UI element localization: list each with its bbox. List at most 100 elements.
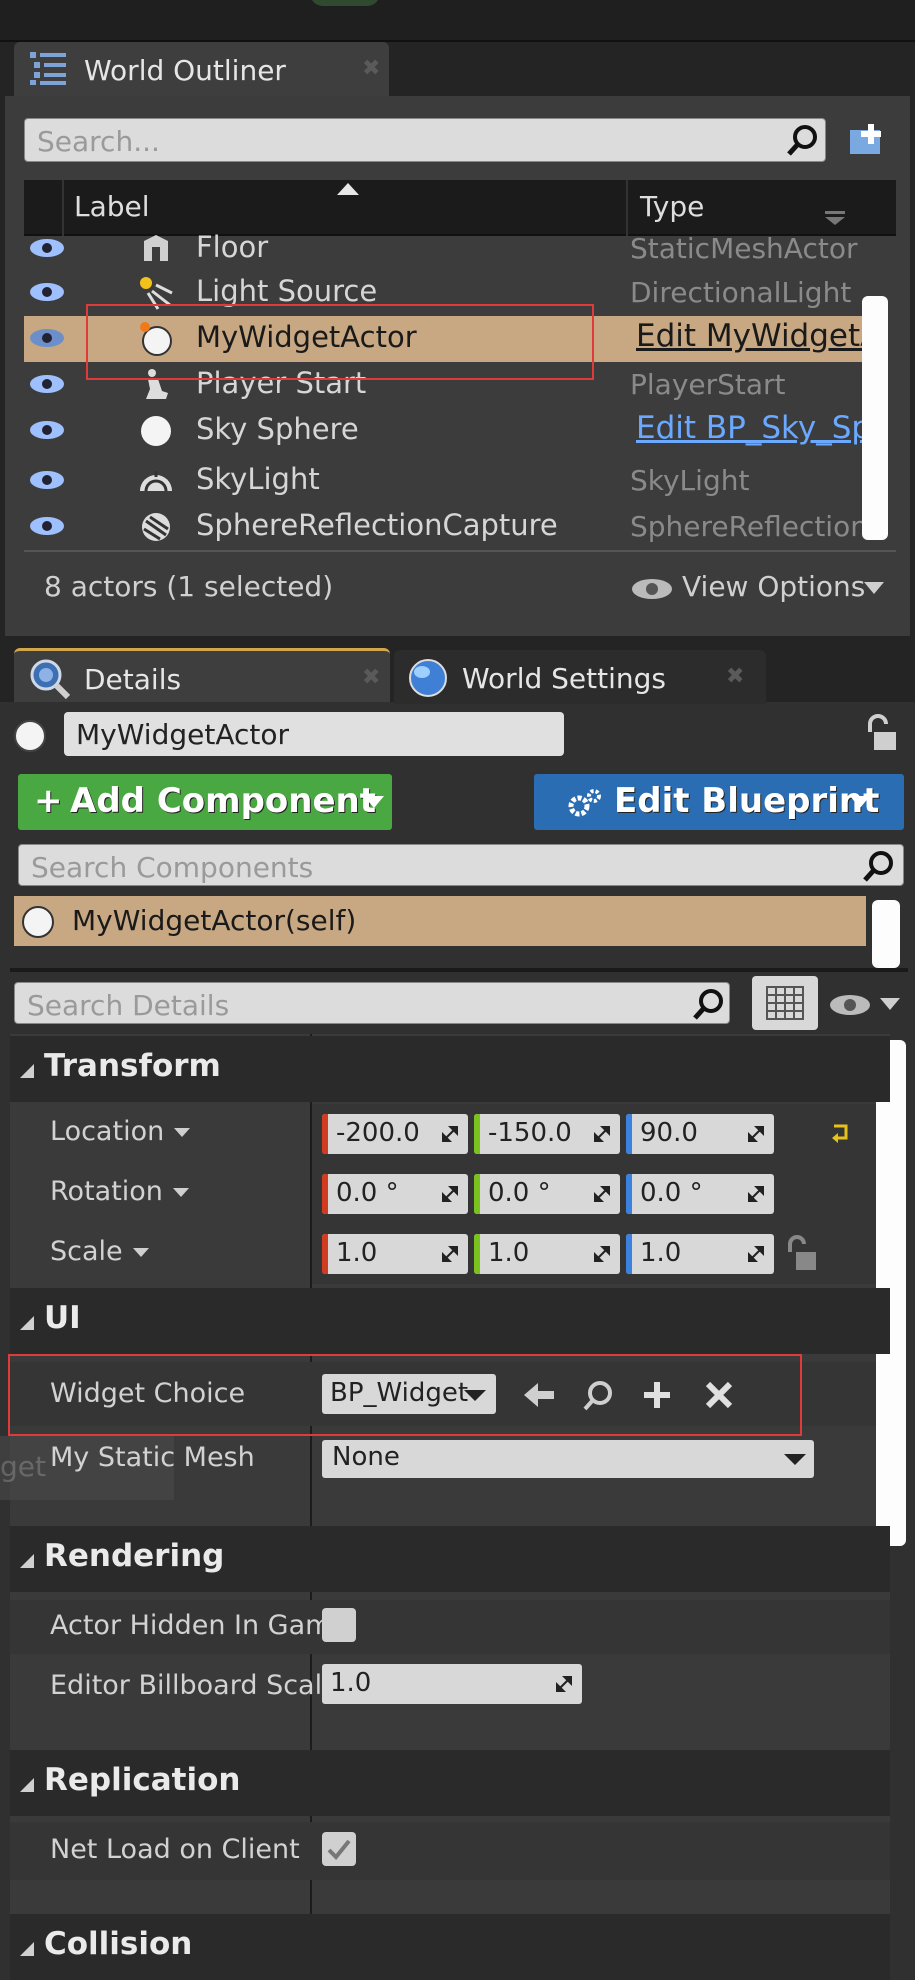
- chevron-down-icon[interactable]: [824, 210, 846, 226]
- checkmark-icon: [327, 1839, 351, 1860]
- actor-sphere-icon: [14, 720, 46, 752]
- section-title: Replication: [44, 1762, 241, 1798]
- lock-icon[interactable]: [862, 714, 898, 754]
- close-icon[interactable]: ✖: [362, 665, 380, 690]
- close-icon[interactable]: ✖: [362, 56, 380, 81]
- actor-hidden-checkbox[interactable]: [322, 1608, 356, 1642]
- outliner-row-skylight[interactable]: SkyLight SkyLight: [24, 458, 864, 504]
- floor-icon: [144, 235, 168, 261]
- section-title: UI: [44, 1300, 81, 1336]
- row-type: StaticMeshActor: [630, 232, 858, 265]
- section-collision[interactable]: Collision: [10, 1914, 890, 1980]
- tab-world-outliner[interactable]: World Outliner ✖: [14, 42, 389, 96]
- scale-label[interactable]: Scale: [50, 1236, 149, 1267]
- rotation-x-field[interactable]: 0.0 °: [322, 1174, 468, 1214]
- sphere-icon: [22, 906, 54, 938]
- spin-arrows-icon: [594, 1246, 610, 1262]
- location-y-field[interactable]: -150.0: [474, 1114, 620, 1154]
- outliner-row-sphere-reflection-capture[interactable]: SphereReflectionCapture SphereReflection…: [24, 504, 880, 550]
- actor-hidden-label: Actor Hidden In Game: [50, 1610, 349, 1641]
- visibility-eye-icon[interactable]: [28, 236, 66, 260]
- spin-arrows-icon: [748, 1246, 764, 1262]
- view-options-button[interactable]: View Options: [630, 570, 890, 610]
- visibility-eye-icon[interactable]: [28, 326, 66, 350]
- location-x-value: -200.0: [336, 1118, 420, 1148]
- section-ui[interactable]: UI: [10, 1288, 890, 1354]
- actor-name-field[interactable]: MyWidgetActor: [64, 712, 564, 756]
- net-load-label: Net Load on Client: [50, 1834, 300, 1865]
- visibility-filter-button[interactable]: [828, 988, 908, 1020]
- spin-arrows-icon: [556, 1676, 572, 1692]
- tab-details[interactable]: Details ✖: [14, 648, 390, 702]
- search-placeholder: Search...: [37, 125, 160, 158]
- static-mesh-value: None: [332, 1442, 400, 1472]
- rotation-x-value: 0.0 °: [336, 1178, 399, 1208]
- edit-blueprint-link[interactable]: Edit MyWidgetActor: [636, 318, 886, 354]
- reflection-capture-icon: [142, 513, 170, 541]
- rotation-z-value: 0.0 °: [640, 1178, 703, 1208]
- visibility-eye-icon[interactable]: [28, 280, 66, 304]
- property-matrix-button[interactable]: [752, 976, 818, 1030]
- outliner-scrollbar[interactable]: [862, 296, 888, 540]
- add-component-button[interactable]: + Add Component: [18, 774, 392, 830]
- search-icon[interactable]: [861, 848, 897, 884]
- components-scrollbar[interactable]: [872, 900, 900, 968]
- section-transform[interactable]: Transform: [10, 1036, 890, 1102]
- actor-count-status: 8 actors (1 selected): [44, 570, 334, 603]
- my-static-mesh-label: My Static Mesh: [50, 1442, 255, 1473]
- sphere-icon: [141, 416, 171, 446]
- billboard-scale-field[interactable]: 1.0: [322, 1664, 582, 1704]
- search-components-input[interactable]: Search Components: [18, 844, 904, 886]
- scale-z-field[interactable]: 1.0: [626, 1234, 774, 1274]
- close-icon[interactable]: ✖: [726, 664, 744, 689]
- outliner-row-sky-sphere[interactable]: Sky Sphere Edit BP_Sky_Sphere: [24, 408, 886, 454]
- scale-y-field[interactable]: 1.0: [474, 1234, 620, 1274]
- row-type: PlayerStart: [630, 368, 786, 401]
- spin-arrows-icon: [442, 1186, 458, 1202]
- location-z-field[interactable]: 90.0: [626, 1114, 774, 1154]
- edit-blueprint-link[interactable]: Edit BP_Sky_Sphere: [636, 410, 886, 446]
- outliner-row-floor[interactable]: Floor StaticMeshActor: [24, 226, 864, 272]
- column-type[interactable]: Type: [640, 190, 704, 223]
- component-row-self[interactable]: MyWidgetActor(self): [14, 896, 866, 946]
- rotation-y-field[interactable]: 0.0 °: [474, 1174, 620, 1214]
- section-replication[interactable]: Replication: [10, 1750, 890, 1816]
- search-icon[interactable]: [785, 122, 821, 158]
- spin-arrows-icon: [442, 1246, 458, 1262]
- scale-lock-icon[interactable]: [784, 1234, 820, 1274]
- section-rendering[interactable]: Rendering: [10, 1526, 890, 1592]
- static-mesh-dropdown[interactable]: None: [322, 1440, 814, 1478]
- outliner-list-icon: [30, 52, 66, 85]
- search-details-input[interactable]: Search Details: [14, 982, 730, 1024]
- spin-arrows-icon: [594, 1186, 610, 1202]
- rotation-y-value: 0.0 °: [488, 1178, 551, 1208]
- highlight-box-widget-choice: [8, 1354, 802, 1436]
- outliner-search-input[interactable]: Search...: [24, 118, 826, 162]
- visibility-eye-icon[interactable]: [28, 418, 66, 442]
- highlight-box-actor: [86, 304, 594, 380]
- net-load-checkbox[interactable]: [322, 1832, 356, 1866]
- location-x-field[interactable]: -200.0: [322, 1114, 468, 1154]
- collapse-triangle-icon: [20, 1064, 34, 1078]
- location-label[interactable]: Location: [50, 1116, 191, 1147]
- visibility-eye-icon[interactable]: [28, 468, 66, 492]
- component-label: MyWidgetActor(self): [72, 904, 357, 937]
- search-icon[interactable]: [691, 986, 727, 1022]
- grid-icon: [766, 986, 804, 1020]
- spin-arrows-icon: [594, 1126, 610, 1142]
- visibility-eye-icon[interactable]: [28, 514, 66, 538]
- add-actor-folder-icon[interactable]: [846, 120, 890, 160]
- rotation-z-field[interactable]: 0.0 °: [626, 1174, 774, 1214]
- row-label: Sky Sphere: [196, 412, 359, 446]
- scale-x-field[interactable]: 1.0: [322, 1234, 468, 1274]
- visibility-eye-icon[interactable]: [28, 372, 66, 396]
- components-divider: [10, 968, 908, 972]
- spin-arrows-icon: [748, 1126, 764, 1142]
- reset-to-default-icon[interactable]: [830, 1122, 852, 1144]
- edit-blueprint-button[interactable]: Edit Blueprint: [534, 774, 904, 830]
- tab-world-settings[interactable]: World Settings ✖: [394, 650, 766, 704]
- column-label[interactable]: Label: [74, 190, 150, 223]
- row-type: DirectionalLight: [630, 276, 852, 309]
- outliner-divider: [24, 550, 896, 552]
- rotation-label[interactable]: Rotation: [50, 1176, 189, 1207]
